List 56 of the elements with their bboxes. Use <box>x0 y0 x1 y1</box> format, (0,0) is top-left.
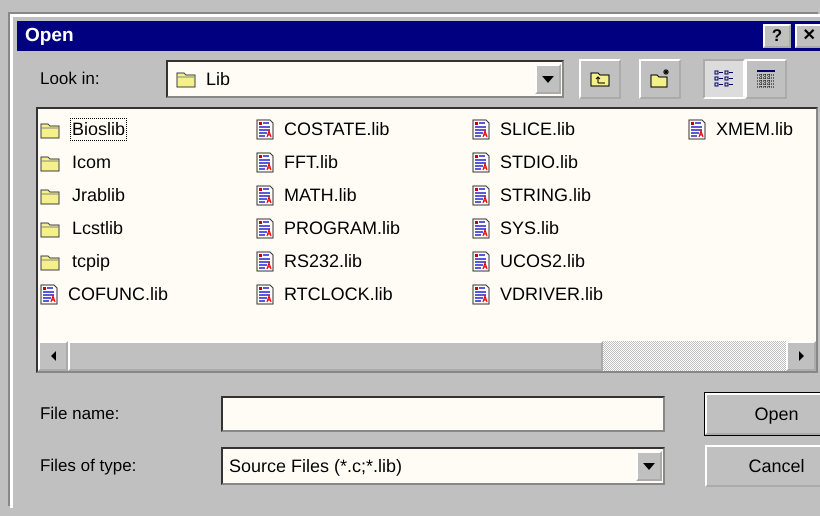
file-item[interactable]: RS232.lib <box>282 250 364 273</box>
look-in-label: Look in: <box>40 69 101 89</box>
file-name-label: File name: <box>40 404 120 424</box>
file-item[interactable]: Bioslib <box>70 118 128 141</box>
document-icon <box>256 185 274 206</box>
file-item[interactable]: Lcstlib <box>70 217 126 240</box>
file-item[interactable]: STDIO.lib <box>498 151 580 174</box>
file-item[interactable]: VDRIVER.lib <box>498 283 606 306</box>
new-folder-button[interactable] <box>639 59 681 99</box>
file-item[interactable]: XMEM.lib <box>714 118 796 141</box>
file-item[interactable]: UCOS2.lib <box>498 250 588 273</box>
document-icon <box>256 251 274 272</box>
file-item[interactable]: COSTATE.lib <box>282 118 392 141</box>
file-name-field[interactable] <box>221 396 665 432</box>
file-type-dropdown[interactable]: Source Files (*.c;*.lib) <box>221 447 665 485</box>
left-arrow-icon <box>50 350 56 362</box>
document-icon <box>40 284 58 305</box>
files-of-type-label: Files of type: <box>40 456 138 476</box>
document-icon <box>472 152 490 173</box>
document-icon <box>256 119 274 140</box>
document-icon <box>472 284 490 305</box>
document-icon <box>472 119 490 140</box>
help-button[interactable]: ? <box>763 24 791 48</box>
document-icon <box>472 185 490 206</box>
document-icon <box>472 218 490 239</box>
file-item[interactable]: FFT.lib <box>282 151 340 174</box>
look-in-dropdown[interactable]: Lib <box>166 60 564 98</box>
file-item[interactable]: Icom <box>70 151 114 174</box>
file-item[interactable]: SYS.lib <box>498 217 562 240</box>
file-item[interactable]: SLICE.lib <box>498 118 578 141</box>
right-arrow-icon <box>798 350 804 362</box>
document-icon <box>256 152 274 173</box>
horizontal-scrollbar[interactable] <box>38 341 816 371</box>
new-folder-icon <box>649 68 671 90</box>
details-icon <box>755 68 777 90</box>
file-item[interactable]: PROGRAM.lib <box>282 217 402 240</box>
cancel-button[interactable]: Cancel <box>705 445 820 487</box>
scroll-thumb[interactable] <box>68 341 603 371</box>
document-icon <box>472 251 490 272</box>
up-folder-button[interactable] <box>579 59 621 99</box>
file-item[interactable]: COFUNC.lib <box>66 283 170 306</box>
file-item[interactable]: RTCLOCK.lib <box>282 283 395 306</box>
document-icon <box>688 119 706 140</box>
file-item[interactable]: Jrablib <box>70 184 128 207</box>
open-button[interactable]: Open <box>705 393 820 435</box>
list-view-button[interactable] <box>703 59 745 99</box>
file-item[interactable]: STRING.lib <box>498 184 594 207</box>
window-title: Open <box>25 25 74 47</box>
file-item[interactable]: MATH.lib <box>282 184 359 207</box>
close-button[interactable]: ✕ <box>795 24 820 48</box>
scroll-left-button[interactable] <box>38 341 68 371</box>
file-item[interactable]: tcpip <box>70 250 112 273</box>
details-view-button[interactable] <box>745 59 787 99</box>
document-icon <box>256 218 274 239</box>
document-icon <box>256 284 274 305</box>
scroll-right-button[interactable] <box>786 341 816 371</box>
